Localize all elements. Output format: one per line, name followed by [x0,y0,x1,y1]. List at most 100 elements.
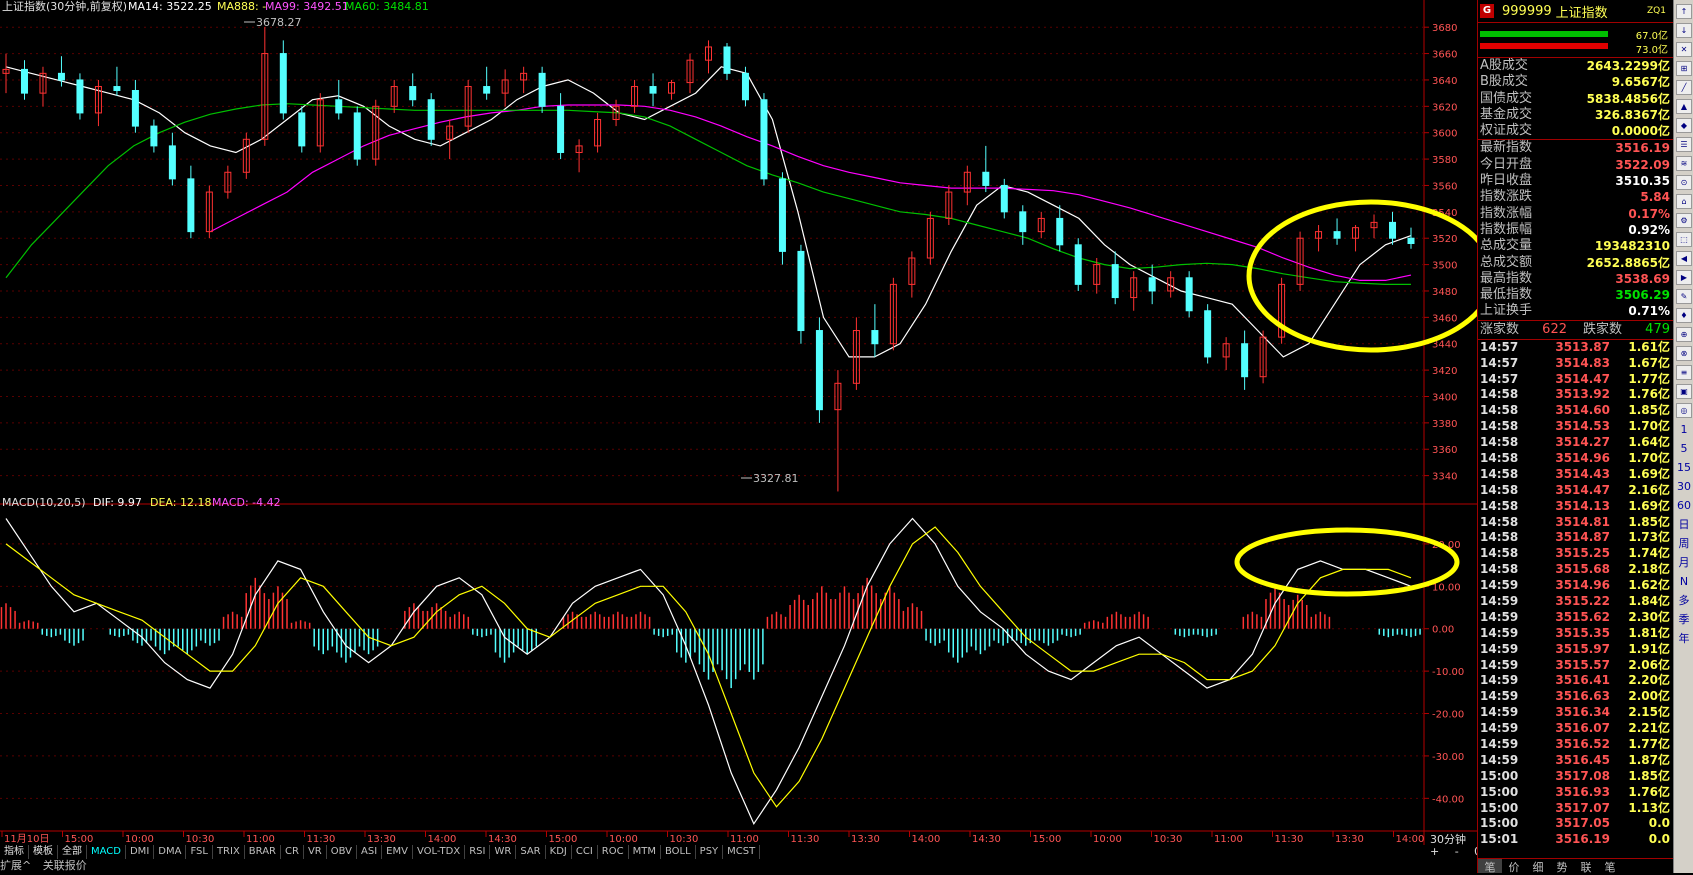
indicator-tab-psy[interactable]: PSY [696,845,724,859]
toolbar-tool-icon[interactable]: ⊗ [1676,346,1692,361]
indicator-tab-brar[interactable]: BRAR [245,845,281,859]
period-button[interactable]: 年 [1676,631,1692,646]
indicator-tab-vol-tdx[interactable]: VOL-TDX [413,845,466,859]
time-label: 10:30 [670,834,699,845]
toolbar-tool-icon[interactable]: ▣ [1676,384,1692,399]
chart-area[interactable]: 3680366036403620360035803560354035203500… [0,0,1477,845]
period-button[interactable]: 60 [1676,498,1692,513]
price-tick-label: 3680 [1432,23,1457,34]
toolbar-tool-icon[interactable]: ⚙ [1676,213,1692,228]
indicator-tab-mtm[interactable]: MTM [629,845,661,859]
candle-body [1148,277,1156,292]
panel-tab[interactable]: 联 [1574,859,1598,874]
toolbar-tool-icon[interactable]: ↓ [1676,23,1692,38]
panel-tab[interactable]: 势 [1550,859,1574,874]
indicator-tab-trix[interactable]: TRIX [213,845,245,859]
indicator-tab-kdj[interactable]: KDJ [546,845,572,859]
toolbar-tool-icon[interactable]: ≡ [1676,365,1692,380]
indicator-tab-指标[interactable]: 指标 [0,845,29,859]
candlestick [760,93,768,186]
stat-value: 3506.29 [1615,288,1670,303]
tick-volume: 1.85亿 [1628,768,1670,783]
candle-body [298,112,306,147]
toolbar-tool-icon[interactable]: ⊞ [1676,61,1692,76]
period-button[interactable]: 月 [1676,555,1692,570]
toolbar-tool-icon[interactable]: ♦ [1676,308,1692,323]
period-button[interactable]: 5 [1676,441,1692,456]
toolbar-tool-icon[interactable]: ✕ [1676,42,1692,57]
toolbar-tool-icon[interactable]: ▲ [1676,99,1692,114]
indicator-tab-macd[interactable]: MACD [87,845,126,859]
indicator-tab-asi[interactable]: ASI [357,845,383,859]
tick-row: 14:58 3513.92 1.76亿 [1478,387,1674,403]
candle-body [113,86,121,91]
period-button[interactable]: 季 [1676,612,1692,627]
stat-label: 指数涨幅 [1480,205,1533,221]
toolbar-tool-icon[interactable]: ⊙ [1676,175,1692,190]
tick-volume: 1.13亿 [1628,800,1670,815]
indicator-tab-cr[interactable]: CR [281,845,304,859]
tick-row: 14:58 3515.68 2.18亿 [1478,562,1674,578]
tick-row: 15:01 3516.19 0.0 [1478,832,1674,848]
indicator-tab-全部[interactable]: 全部 [58,845,87,859]
expand-button[interactable]: 扩展^ [0,859,31,872]
toolbar-tool-icon[interactable]: ☰ [1676,137,1692,152]
toolbar-tool-icon[interactable]: ⌂ [1676,194,1692,209]
toolbar-tool-icon[interactable]: ⊕ [1676,327,1692,342]
period-button[interactable]: 周 [1676,536,1692,551]
panel-tab[interactable]: 笔 [1478,859,1502,874]
toolbar-tool-icon[interactable]: ⬚ [1676,232,1692,247]
indicator-tab-emv[interactable]: EMV [382,845,413,859]
advance-decline: 涨家数 622 跌家数 479 [1478,321,1674,340]
toolbar-tool-icon[interactable]: ≋ [1676,156,1692,171]
indicator-tab-dmi[interactable]: DMI [126,845,155,859]
period-button[interactable]: N [1676,574,1692,589]
period-button[interactable]: 日 [1676,517,1692,532]
tick-price: 3516.93 [1555,784,1610,799]
tick-price: 3515.25 [1555,546,1610,561]
panel-tab[interactable]: 细 [1526,859,1550,874]
indicator-tab-boll[interactable]: BOLL [661,845,696,859]
price-tick-label: 3660 [1432,50,1457,61]
indicator-tab-wr[interactable]: WR [490,845,517,859]
toolbar-tool-icon[interactable]: ◀ [1676,251,1692,266]
panel-tab[interactable]: 价 [1502,859,1526,874]
stat-value: 326.8367亿 [1594,107,1670,122]
indicator-tab-obv[interactable]: OBV [327,845,357,859]
indicator-tab-roc[interactable]: ROC [598,845,629,859]
up-count: 622 [1542,321,1567,337]
tick-list[interactable]: 14:57 3513.87 1.61亿 14:57 3514.83 1.67亿 14:57 3… [1478,340,1674,849]
stat-row: 指数涨幅 0.17% [1478,206,1674,222]
indicator-tab-模板[interactable]: 模板 [29,845,58,859]
indicator-tab-vr[interactable]: VR [304,845,327,859]
toolbar-tool-icon[interactable]: ◎ [1676,403,1692,418]
period-button[interactable]: 1 [1676,422,1692,437]
toolbar-tool-icon[interactable]: ◆ [1676,118,1692,133]
macd-tick-label: -20.00 [1432,710,1464,721]
related-quote-button[interactable]: 关联报价 [43,859,87,872]
tick-row: 14:59 3515.97 1.91亿 [1478,642,1674,658]
candle-body [187,178,195,233]
indicator-tab-dma[interactable]: DMA [154,845,187,859]
candle-body [871,330,879,345]
stat-row: 总成交额 2652.8865亿 [1478,255,1674,271]
indicator-tab-mcst[interactable]: MCST [723,845,761,859]
period-button[interactable]: 30 [1676,479,1692,494]
indicator-tab-fsl[interactable]: FSL [186,845,213,859]
indicator-tab-sar[interactable]: SAR [516,845,546,859]
toolbar-tool-icon[interactable]: ↑ [1676,4,1692,19]
toolbar-tool-icon[interactable]: ╱ [1676,80,1692,95]
time-label: 15:00 [549,834,578,845]
indicator-tab-cci[interactable]: CCI [572,845,598,859]
panel-tab[interactable]: 笔 [1598,859,1622,874]
tick-time: 14:59 [1480,721,1519,736]
period-button[interactable]: 15 [1676,460,1692,475]
toolbar-tool-icon[interactable]: ✎ [1676,289,1692,304]
tick-volume: 1.87亿 [1628,752,1670,767]
stat-value: 9.6567亿 [1611,75,1670,90]
macd-tick-label: 10.00 [1432,582,1461,593]
stat-value: 0.0000亿 [1611,124,1670,139]
toolbar-tool-icon[interactable]: ▶ [1676,270,1692,285]
indicator-tab-rsi[interactable]: RSI [465,845,491,859]
period-button[interactable]: 多 [1676,593,1692,608]
